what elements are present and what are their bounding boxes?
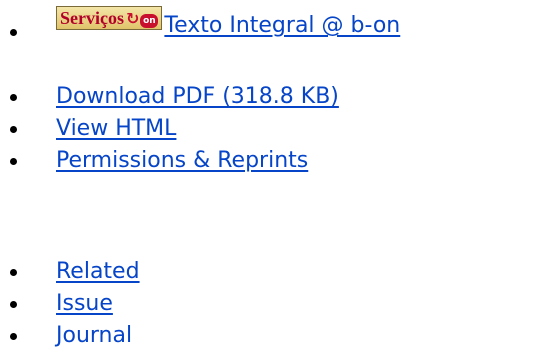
- bullet-icon: [10, 126, 17, 133]
- badge-label: Serviços: [60, 8, 124, 28]
- list-item: Permissions & Reprints: [0, 145, 535, 177]
- b-on-mark: on: [140, 14, 159, 28]
- navigation-list: Related Issue Journal: [0, 256, 535, 352]
- bullet-icon: [10, 301, 17, 308]
- bullet-icon: [10, 333, 17, 340]
- fulltext-list: Serviços ↻ on Texto Integral @ b-on: [0, 3, 535, 49]
- list-item: Issue: [0, 288, 535, 320]
- full-text-b-on-link[interactable]: Texto Integral @ b-on: [164, 13, 400, 38]
- list-item: View HTML: [0, 113, 535, 145]
- bullet-icon: [10, 94, 17, 101]
- list-item: Related: [0, 256, 535, 288]
- permissions-reprints-link[interactable]: Permissions & Reprints: [56, 148, 308, 173]
- list-item: Download PDF (318.8 KB): [0, 81, 535, 113]
- list-item: Journal: [0, 320, 535, 352]
- journal-label: Journal: [56, 323, 133, 348]
- b-on-services-logo[interactable]: Serviços ↻ on: [56, 6, 163, 30]
- b-on-swirl-icon: ↻: [125, 9, 140, 28]
- bullet-icon: [10, 158, 17, 165]
- view-html-link[interactable]: View HTML: [56, 116, 176, 141]
- bullet-icon: [10, 269, 17, 276]
- article-actions-list: Download PDF (318.8 KB) View HTML Permis…: [0, 81, 535, 177]
- list-item: Serviços ↻ on Texto Integral @ b-on: [0, 3, 535, 49]
- related-link[interactable]: Related: [56, 259, 140, 284]
- issue-link[interactable]: Issue: [56, 291, 113, 316]
- bullet-icon: [10, 29, 17, 36]
- download-pdf-link[interactable]: Download PDF (318.8 KB): [56, 84, 339, 109]
